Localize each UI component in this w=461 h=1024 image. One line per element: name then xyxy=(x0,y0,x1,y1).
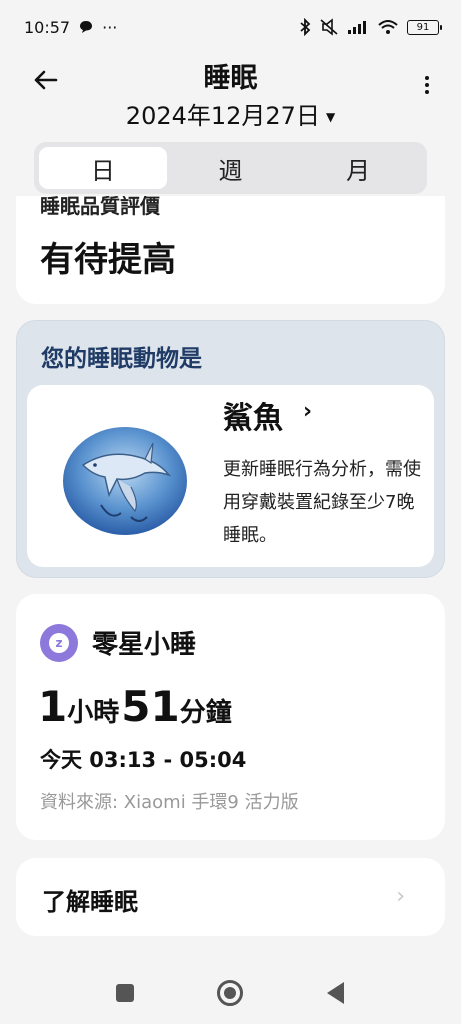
status-bar: 10:57 ··· 91 xyxy=(0,0,461,54)
status-right: 91 xyxy=(299,18,442,36)
date-selector[interactable]: 2024年12月27日 ▼ xyxy=(0,96,461,131)
nap-hours: 1 xyxy=(38,682,68,731)
chat-notification-icon xyxy=(80,21,93,33)
sleep-animal-panel[interactable]: 鯊魚 › 更新睡眠行為分析，需使用穿戴裝置紀錄至少7晚睡眠。 xyxy=(27,385,434,567)
learn-sleep-row[interactable]: 了解睡眠 › xyxy=(16,858,445,936)
period-tabs: 日 週 月 xyxy=(34,142,427,194)
sleep-animal-card: 您的睡眠動物是 鯊魚 › 更新睡眠行為分析，需使用穿戴裝置紀錄至少7晚睡眠。 xyxy=(16,320,445,578)
menu-dot xyxy=(425,90,429,94)
nap-duration: 1 小時 51 分鐘 xyxy=(38,682,234,731)
wifi-icon xyxy=(378,20,398,34)
menu-dot xyxy=(425,76,429,80)
sleep-quality-card[interactable]: 睡眠品質評價 有待提高 xyxy=(16,196,445,304)
nap-icon: z xyxy=(40,624,78,662)
home-dot xyxy=(224,987,236,999)
nap-card[interactable]: z 零星小睡 1 小時 51 分鐘 今天 03:13 - 05:04 資料來源:… xyxy=(16,594,445,840)
nap-minutes: 51 xyxy=(121,682,180,731)
date-label: 2024年12月27日 xyxy=(125,102,320,130)
header: 睡眠 2024年12月27日 ▼ xyxy=(0,54,461,134)
sleep-quality-value: 有待提高 xyxy=(40,240,176,280)
menu-dot xyxy=(425,83,429,87)
nap-minutes-unit: 分鐘 xyxy=(179,698,232,728)
mute-icon xyxy=(320,18,338,36)
back-triangle-icon[interactable] xyxy=(327,982,344,1004)
system-nav-bar xyxy=(0,964,461,1024)
sleep-quality-label: 睡眠品質評價 xyxy=(40,196,160,218)
recent-apps-icon[interactable] xyxy=(116,984,134,1002)
tab-month[interactable]: 月 xyxy=(294,147,422,189)
sleep-animal-name: 鯊魚 xyxy=(223,401,283,436)
learn-sleep-label: 了解睡眠 xyxy=(42,888,138,916)
nap-data-source: 資料來源: Xiaomi 手環9 活力版 xyxy=(40,792,299,813)
sleep-animal-description: 更新睡眠行為分析，需使用穿戴裝置紀錄至少7晚睡眠。 xyxy=(223,459,421,546)
bluetooth-icon xyxy=(300,18,311,36)
nap-hours-unit: 小時 xyxy=(67,698,120,728)
sleep-z-icon: z xyxy=(49,633,69,653)
battery-icon: 91 xyxy=(407,19,442,35)
status-time: 10:57 xyxy=(24,17,71,37)
page-title: 睡眠 xyxy=(203,63,258,94)
shark-illustration xyxy=(63,427,187,535)
chevron-right-icon: › xyxy=(303,399,313,424)
sleep-animal-heading: 您的睡眠動物是 xyxy=(41,346,202,372)
status-more-dots: ··· xyxy=(102,17,118,37)
more-menu-button[interactable] xyxy=(417,70,437,100)
cellular-signal-icon xyxy=(348,21,366,34)
nap-title: 零星小睡 xyxy=(92,630,197,660)
caret-down-icon: ▼ xyxy=(325,110,336,124)
tab-day[interactable]: 日 xyxy=(39,147,167,189)
home-icon[interactable] xyxy=(217,980,243,1006)
chevron-right-icon: › xyxy=(396,884,405,909)
tab-week[interactable]: 週 xyxy=(167,147,295,189)
status-left: 10:57 ··· xyxy=(24,18,117,37)
nap-time-range: 今天 03:13 - 05:04 xyxy=(40,748,247,772)
